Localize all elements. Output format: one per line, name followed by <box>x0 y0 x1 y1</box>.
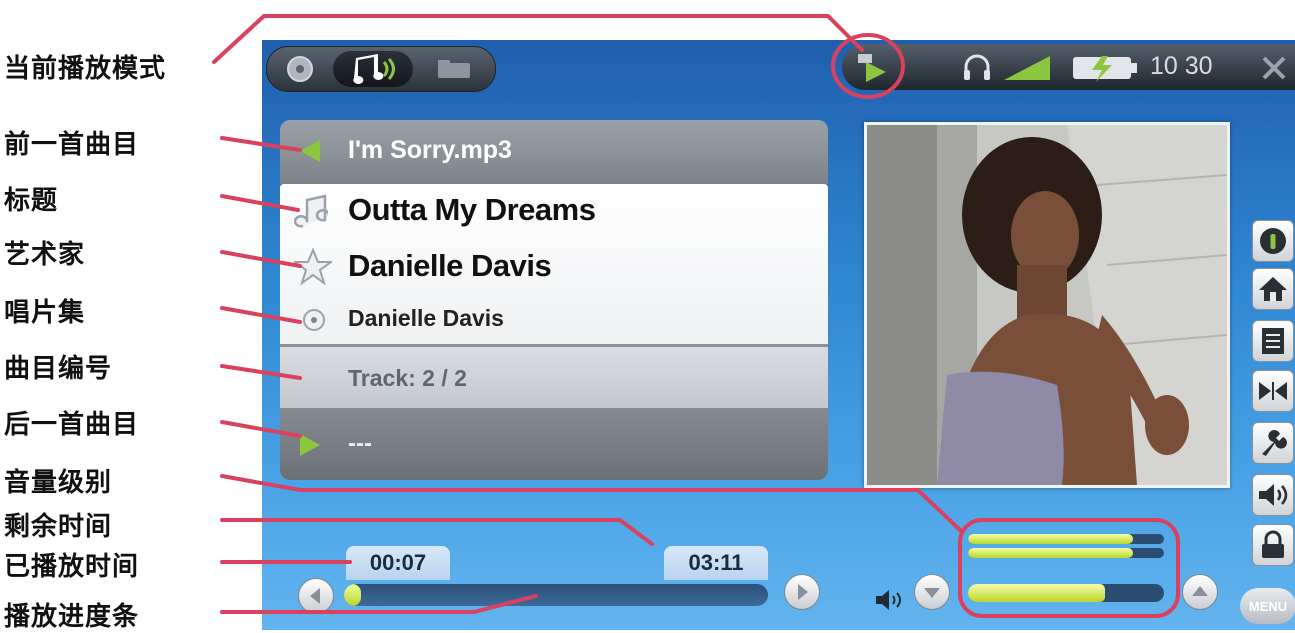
elapsed-time: 00:07 <box>346 546 450 580</box>
album-photo <box>867 125 1227 485</box>
info-icon <box>1260 228 1286 254</box>
music-note-icon <box>353 54 395 84</box>
album-disc-icon <box>303 309 325 331</box>
next-arrow-icon <box>300 434 320 456</box>
volume-icon <box>1259 484 1288 506</box>
home-icon <box>1259 277 1287 301</box>
level-fill-right <box>968 548 1133 558</box>
seek-back-button[interactable] <box>298 578 334 614</box>
progress-fill <box>344 584 361 606</box>
prev-arrow-icon <box>300 140 320 162</box>
prev-track-name: I'm Sorry.mp3 <box>348 136 512 164</box>
volume-up-button[interactable] <box>1182 574 1218 610</box>
signal-icon <box>1004 56 1052 84</box>
track-number: Track: 2 / 2 <box>348 365 467 391</box>
battery-icon <box>1072 54 1138 86</box>
playlist-icon <box>1262 328 1284 354</box>
label-remaining-time: 剩余时间 <box>4 512 113 542</box>
label-progress-bar: 播放进度条 <box>4 602 140 632</box>
label-prev-track: 前一首曲目 <box>4 130 140 160</box>
chevron-left-icon <box>310 588 320 604</box>
chevron-right-icon <box>798 584 808 600</box>
progress-bar[interactable] <box>344 584 768 606</box>
settings-button[interactable] <box>1252 422 1294 464</box>
repeat-icon <box>1259 382 1287 400</box>
home-button[interactable] <box>1252 268 1294 310</box>
label-volume-level: 音量级别 <box>4 468 113 498</box>
files-mode-button[interactable] <box>419 51 489 87</box>
album-art <box>864 122 1230 488</box>
level-bar-right <box>968 548 1164 558</box>
play-mode-icon[interactable] <box>856 50 890 88</box>
next-track-row[interactable]: --- <box>280 408 828 480</box>
settings-icon <box>1262 430 1287 456</box>
album-name: Danielle Davis <box>348 305 504 331</box>
volume-down-button[interactable] <box>914 574 950 610</box>
player-screen: 10 30 I'm Sorry.mp3 Outta My Dreams Dani… <box>262 40 1295 630</box>
lock-icon <box>1262 530 1284 558</box>
song-title: Outta My Dreams <box>348 192 596 227</box>
chevron-down-icon <box>924 588 940 598</box>
top-bar: 10 30 <box>262 40 1295 100</box>
clock: 10 30 <box>1150 52 1213 80</box>
label-next-track: 后一首曲目 <box>4 410 140 440</box>
label-play-mode: 当前播放模式 <box>4 54 167 84</box>
volume-button[interactable] <box>1252 474 1294 516</box>
chevron-up-icon <box>1192 586 1208 596</box>
reel-icon <box>287 56 313 82</box>
label-artist: 艺术家 <box>4 240 86 270</box>
playlist-button[interactable] <box>1252 320 1294 362</box>
repeat-button[interactable] <box>1252 370 1294 412</box>
lock-button[interactable] <box>1252 524 1294 566</box>
status-bar: 10 30 <box>842 44 1295 90</box>
artist-name: Danielle Davis <box>348 248 552 283</box>
mode-switcher[interactable] <box>266 46 496 92</box>
music-mode-button[interactable] <box>333 51 413 87</box>
folder-icon <box>438 60 470 78</box>
label-track-number: 曲目编号 <box>4 354 113 384</box>
level-fill-left <box>968 534 1133 544</box>
headphones-icon <box>962 52 992 86</box>
close-icon[interactable] <box>1260 54 1288 86</box>
label-elapsed-time: 已播放时间 <box>4 552 140 582</box>
volume-fill <box>968 584 1106 602</box>
menu-button[interactable]: MENU <box>1240 588 1295 624</box>
star-icon <box>294 248 332 286</box>
video-mode-button[interactable] <box>271 51 329 87</box>
volume-bar[interactable] <box>968 584 1164 602</box>
track-number-row: Track: 2 / 2 <box>280 344 828 411</box>
label-album: 唱片集 <box>4 298 86 328</box>
remaining-time: 03:11 <box>664 546 768 580</box>
info-button[interactable] <box>1252 220 1294 262</box>
speaker-icon <box>874 588 904 616</box>
next-track-name: --- <box>348 430 372 457</box>
level-bar-left <box>968 534 1164 544</box>
music-note-icon <box>294 194 328 228</box>
label-title: 标题 <box>4 186 59 216</box>
prev-track-row[interactable]: I'm Sorry.mp3 <box>280 120 828 184</box>
seek-forward-button[interactable] <box>784 574 820 610</box>
